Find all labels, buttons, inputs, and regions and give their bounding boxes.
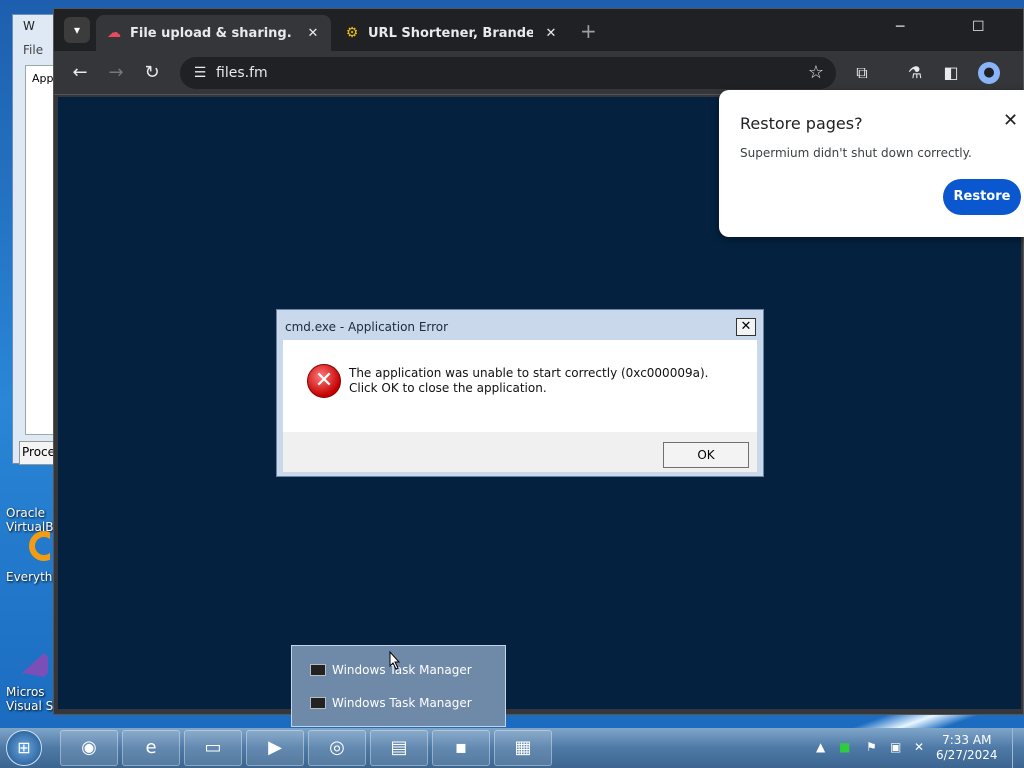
tab-strip: ▾ ☁ File upload & sharing. Send large ✕ … <box>54 9 1023 51</box>
new-tab-button[interactable]: + <box>580 19 597 43</box>
notepad-icon[interactable]: ▦ <box>494 730 552 766</box>
dialog-body: ✕ The application was unable to start co… <box>283 340 757 472</box>
background-window-title: W <box>23 19 35 33</box>
maximize-button[interactable]: ☐ <box>972 19 985 35</box>
close-icon[interactable]: ✕ <box>543 26 559 41</box>
profile-avatar-icon[interactable]: ● <box>978 62 1000 84</box>
url-text[interactable]: files.fm <box>216 65 268 81</box>
dialog-message: The application was unable to start corr… <box>349 366 709 395</box>
task-manager-icon <box>310 697 326 709</box>
file-explorer-icon[interactable]: ▭ <box>184 730 242 766</box>
minimize-button[interactable]: ─ <box>896 19 904 35</box>
list-item[interactable]: Windows Task Manager <box>310 693 472 713</box>
restore-title: Restore pages? <box>740 114 863 133</box>
reload-button[interactable]: ↻ <box>140 61 164 85</box>
ok-button[interactable]: OK <box>663 442 749 468</box>
extensions-icon[interactable]: ⧉ <box>850 61 874 85</box>
clock-time: 7:33 AM <box>942 733 992 747</box>
menu-file[interactable]: File <box>23 43 43 57</box>
show-hidden-icons-icon[interactable]: ▲ <box>816 740 825 754</box>
restore-message: Supermium didn't shut down correctly. <box>740 146 972 160</box>
action-center-flag-icon[interactable]: ⚑ <box>866 740 877 754</box>
tab-label: URL Shortener, Branded Short <box>368 25 533 41</box>
close-icon[interactable]: ✕ <box>1003 110 1018 131</box>
forward-button[interactable]: → <box>104 61 128 85</box>
bookmark-star-icon[interactable]: ☆ <box>808 62 824 83</box>
mouse-cursor-icon <box>389 650 401 670</box>
dialog-title: cmd.exe - Application Error <box>285 320 449 334</box>
disc-icon[interactable]: ◎ <box>308 730 366 766</box>
browser-toolbar: ← → ↻ ☰ files.fm ☆ ⧉ ⚗ ◧ ● <box>54 51 1023 95</box>
cmd-icon[interactable]: ▪ <box>432 730 490 766</box>
dialog-footer: OK <box>283 432 757 472</box>
labs-flask-icon[interactable]: ⚗ <box>903 61 927 85</box>
cloud-icon: ☁ <box>107 25 121 41</box>
show-desktop-button[interactable] <box>1012 728 1024 768</box>
link-icon: ⚙ <box>345 25 359 41</box>
tab-label: File upload & sharing. Send large <box>130 25 295 41</box>
system-clock[interactable]: 7:33 AM 6/27/2024 <box>936 733 998 763</box>
volume-muted-icon[interactable]: ✕ <box>914 740 924 754</box>
internet-explorer-icon[interactable]: e <box>122 730 180 766</box>
list-item-label: Windows Task Manager <box>332 696 472 710</box>
network-status-icon[interactable]: ■ <box>839 740 850 754</box>
task-manager-icon <box>310 664 326 676</box>
dialog-close-button[interactable]: ✕ <box>736 318 756 336</box>
taskbar: ⊞ ◉ e ▭ ▶ ◎ ▤ ▪ ▦ ▲ ■ ⚑ ▣ ✕ 7:33 AM 6/27… <box>0 728 1024 768</box>
tab-search-button[interactable]: ▾ <box>64 17 90 43</box>
close-icon[interactable]: ✕ <box>305 26 321 41</box>
error-dialog: cmd.exe - Application Error ✕ ✕ The appl… <box>276 309 764 477</box>
restore-button[interactable]: Restore <box>943 179 1021 215</box>
pane-label: App <box>32 72 54 85</box>
task-manager-icon[interactable]: ▤ <box>370 730 428 766</box>
error-icon: ✕ <box>307 364 341 398</box>
taskbar-app-icon[interactable]: ◉ <box>60 730 118 766</box>
media-player-icon[interactable]: ▶ <box>246 730 304 766</box>
tab-url-shortener[interactable]: ⚙ URL Shortener, Branded Short ✕ <box>334 15 569 51</box>
site-info-icon[interactable]: ☰ <box>190 63 210 83</box>
start-button[interactable]: ⊞ <box>6 730 42 766</box>
restore-pages-popup: Restore pages? Supermium didn't shut dow… <box>719 90 1024 237</box>
virtualbox-icon <box>14 466 50 502</box>
visual-studio-icon <box>14 645 50 681</box>
back-button[interactable]: ← <box>68 61 92 85</box>
network-icon[interactable]: ▣ <box>890 740 901 754</box>
address-bar[interactable]: ☰ files.fm ☆ <box>180 57 836 89</box>
tab-files-fm[interactable]: ☁ File upload & sharing. Send large ✕ <box>96 15 331 51</box>
side-panel-icon[interactable]: ◧ <box>939 61 963 85</box>
everything-icon <box>14 530 59 566</box>
clock-date: 6/27/2024 <box>936 748 998 762</box>
